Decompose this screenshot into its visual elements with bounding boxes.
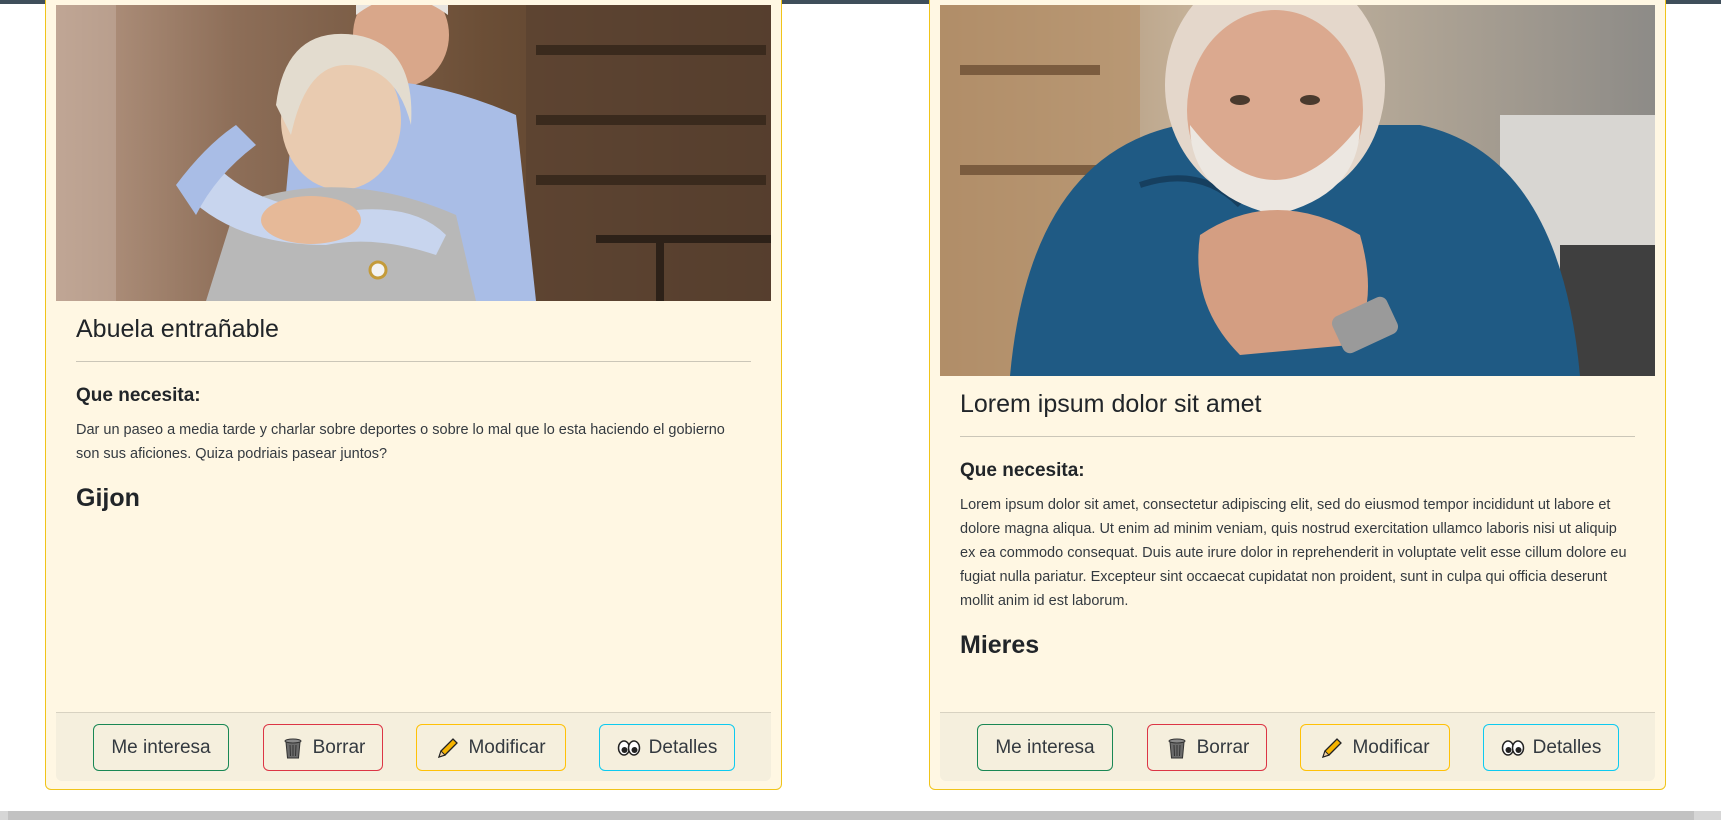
city-name: Mieres xyxy=(960,631,1040,659)
pencil-icon xyxy=(1320,736,1344,760)
interest-button-label: Me interesa xyxy=(995,736,1095,758)
edit-button[interactable]: Modificar xyxy=(1300,724,1450,771)
eyes-icon xyxy=(617,736,641,760)
city-name: Gijon xyxy=(76,484,140,512)
pencil-icon xyxy=(436,736,460,760)
details-button-label: Detalles xyxy=(1532,736,1602,758)
delete-button[interactable]: Borrar xyxy=(1147,724,1267,771)
edit-button[interactable]: Modificar xyxy=(416,724,566,771)
card-title: Lorem ipsum dolor sit amet xyxy=(960,390,1262,418)
scrollbar-thumb[interactable] xyxy=(8,811,1694,820)
card-footer: Me interesa Borrar Modificar Detalles xyxy=(940,712,1655,781)
trash-can-icon xyxy=(1165,736,1189,760)
card-title: Abuela entrañable xyxy=(76,315,279,343)
edit-button-label: Modificar xyxy=(468,736,546,758)
card-body: Lorem ipsum dolor sit amet Que necesita:… xyxy=(960,386,1635,663)
details-button[interactable]: Detalles xyxy=(599,724,735,771)
details-button[interactable]: Detalles xyxy=(1483,724,1619,771)
divider xyxy=(76,361,751,362)
need-description: Lorem ipsum dolor sit amet, consectetur … xyxy=(960,497,1627,609)
eyes-icon xyxy=(1501,736,1525,760)
edit-button-label: Modificar xyxy=(1352,736,1430,758)
card-photo xyxy=(940,5,1655,376)
interest-button[interactable]: Me interesa xyxy=(977,724,1113,771)
details-button-label: Detalles xyxy=(648,736,718,758)
card-photo xyxy=(56,5,771,301)
card-elderly-person: Abuela entrañable Que necesita: Dar un p… xyxy=(45,0,782,790)
interest-button-label: Me interesa xyxy=(111,736,211,758)
trash-can-icon xyxy=(281,736,305,760)
card-footer: Me interesa Borrar Modificar Detalles xyxy=(56,712,771,781)
need-label: Que necesita: xyxy=(76,385,201,406)
elderly-man-photo xyxy=(940,5,1655,376)
card-body: Abuela entrañable Que necesita: Dar un p… xyxy=(76,311,751,516)
delete-button[interactable]: Borrar xyxy=(263,724,383,771)
interest-button[interactable]: Me interesa xyxy=(93,724,229,771)
need-description: Dar un paseo a media tarde y charlar sob… xyxy=(76,422,725,462)
divider xyxy=(960,436,1635,437)
elderly-couple-photo xyxy=(56,5,771,301)
delete-button-label: Borrar xyxy=(1196,736,1250,758)
delete-button-label: Borrar xyxy=(312,736,366,758)
need-label: Que necesita: xyxy=(960,460,1085,481)
card-elderly-person: Lorem ipsum dolor sit amet Que necesita:… xyxy=(929,0,1666,790)
horizontal-scrollbar[interactable] xyxy=(0,811,1721,820)
